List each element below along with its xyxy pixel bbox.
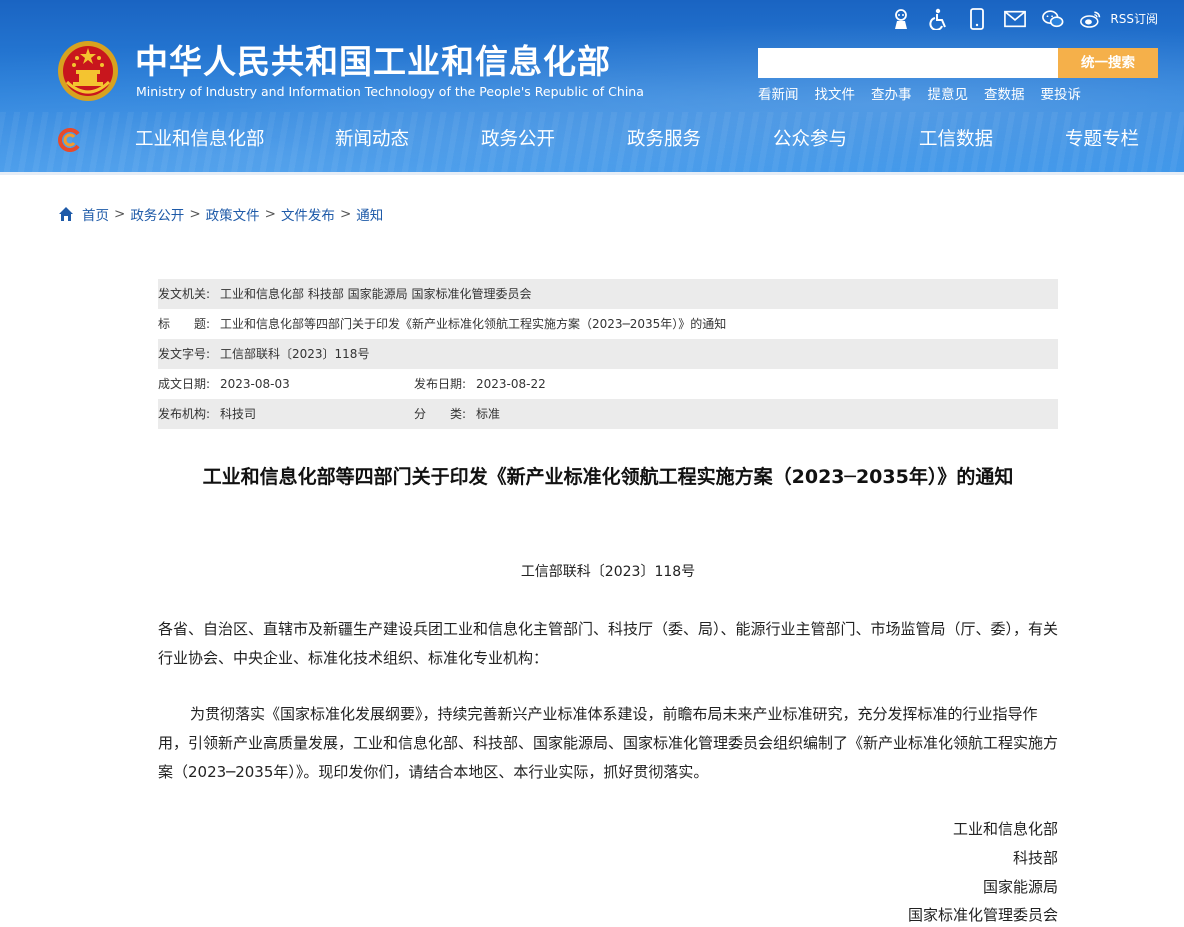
document-number-value: 工信部联科〔2023〕118号 — [220, 347, 370, 361]
wechat-icon[interactable] — [1042, 8, 1064, 30]
published-date-value: 2023-08-22 — [476, 377, 546, 391]
info-row-dates: 成文日期: 2023-08-03 发布日期: 2023-08-22 — [158, 369, 1058, 399]
robot-assistant-icon[interactable] — [890, 8, 912, 30]
breadcrumb: 首页 > 政务公开 > 政策文件 > 文件发布 > 通知 — [58, 204, 383, 224]
accessibility-icon[interactable] — [928, 8, 950, 30]
category-label: 分 类: — [414, 407, 467, 421]
quick-link-complaint[interactable]: 要投诉 — [1041, 86, 1082, 104]
quick-link-services[interactable]: 查办事 — [871, 86, 912, 104]
breadcrumb-home[interactable]: 首页 — [82, 204, 109, 224]
mail-icon[interactable] — [1004, 8, 1027, 30]
issuer-value: 工业和信息化部 科技部 国家能源局 国家标准化管理委员会 — [220, 287, 532, 301]
breadcrumb-separator: > — [339, 206, 352, 222]
quick-link-documents[interactable]: 找文件 — [815, 86, 856, 104]
top-utility-bar: RSS订阅 — [890, 6, 1158, 32]
info-row-issuer: 发文机关: 工业和信息化部 科技部 国家能源局 国家标准化管理委员会 — [158, 279, 1058, 309]
organization-label: 发布机构: — [158, 407, 211, 421]
document-info-table: 发文机关: 工业和信息化部 科技部 国家能源局 国家标准化管理委员会 标 题: … — [158, 279, 1058, 429]
rss-subscribe-link[interactable]: RSS订阅 — [1110, 8, 1158, 30]
home-icon[interactable] — [58, 206, 74, 222]
nav-item-special-topics[interactable]: 专题专栏 — [1065, 120, 1139, 160]
site-header: 中华人民共和国工业和信息化部 Ministry of Industry and … — [0, 0, 1184, 172]
nav-item-ministry[interactable]: 工业和信息化部 — [135, 120, 265, 160]
issuer-label: 发文机关: — [158, 287, 211, 301]
quick-link-data[interactable]: 查数据 — [984, 86, 1025, 104]
breadcrumb-government-affairs[interactable]: 政务公开 — [130, 204, 184, 224]
nav-item-services[interactable]: 政务服务 — [627, 120, 701, 160]
weibo-icon[interactable] — [1080, 8, 1102, 30]
breadcrumb-separator: > — [189, 206, 201, 222]
site-title-english[interactable]: Ministry of Industry and Information Tec… — [136, 84, 644, 100]
national-emblem-icon[interactable] — [57, 40, 119, 102]
document-number: 工信部联科〔2023〕118号 — [520, 564, 696, 580]
document-title: 工业和信息化部等四部门关于印发《新产业标准化领航工程实施方案（2023─2035… — [202, 466, 1014, 488]
signature-miit: 工业和信息化部 — [952, 820, 1058, 838]
quick-links: 看新闻 找文件 查办事 提意见 查数据 要投诉 — [758, 86, 1081, 104]
info-row-document-number: 发文字号: 工信部联科〔2023〕118号 — [158, 339, 1058, 369]
site-title[interactable]: 中华人民共和国工业和信息化部 — [135, 42, 611, 82]
body-paragraph: 为贯彻落实《国家标准化发展纲要》，持续完善新兴产业标准体系建设，前瞻布局未来产业… — [158, 705, 1059, 781]
signature-sac: 国家标准化管理委员会 — [907, 906, 1058, 924]
quick-link-feedback[interactable]: 提意见 — [928, 86, 969, 104]
created-date-value: 2023-08-03 — [220, 377, 290, 391]
mobile-phone-icon[interactable] — [966, 8, 988, 30]
unified-search-button[interactable]: 统一搜索 — [1058, 48, 1158, 78]
breadcrumb-separator: > — [264, 206, 276, 222]
signature-most: 科技部 — [1012, 849, 1058, 867]
header-divider — [0, 172, 1184, 175]
category-value: 标准 — [476, 407, 501, 421]
nav-item-participation[interactable]: 公众参与 — [773, 120, 847, 160]
info-row-title: 标 题: 工业和信息化部等四部门关于印发《新产业标准化领航工程实施方案（2023… — [158, 309, 1058, 339]
breadcrumb-document-release[interactable]: 文件发布 — [281, 204, 335, 224]
title-label: 标 题: — [158, 317, 211, 331]
breadcrumb-separator: > — [114, 206, 126, 222]
search-input[interactable] — [758, 48, 1058, 78]
main-navigation: 工业和信息化部 新闻动态 政务公开 政务服务 公众参与 工信数据 专题专栏 — [0, 120, 1184, 160]
document-number-label: 发文字号: — [158, 347, 211, 361]
nav-item-government-affairs[interactable]: 政务公开 — [481, 120, 555, 160]
breadcrumb-notice[interactable]: 通知 — [356, 204, 383, 224]
organization-value: 科技司 — [220, 407, 257, 421]
created-date-label: 成文日期: — [158, 377, 211, 391]
breadcrumb-policy-documents[interactable]: 政策文件 — [206, 204, 260, 224]
published-date-label: 发布日期: — [414, 377, 467, 391]
signature-nea: 国家能源局 — [982, 878, 1058, 896]
title-value: 工业和信息化部等四部门关于印发《新产业标准化领航工程实施方案（2023─2035… — [220, 317, 727, 331]
addressee-paragraph: 各省、自治区、直辖市及新疆生产建设兵团工业和信息化主管部门、科技厅（委、局）、能… — [158, 620, 1059, 667]
info-row-organization: 发布机构: 科技司 分 类: 标准 — [158, 399, 1058, 429]
quick-link-news[interactable]: 看新闻 — [758, 86, 799, 104]
nav-item-data[interactable]: 工信数据 — [919, 120, 993, 160]
nav-item-news[interactable]: 新闻动态 — [335, 120, 409, 160]
